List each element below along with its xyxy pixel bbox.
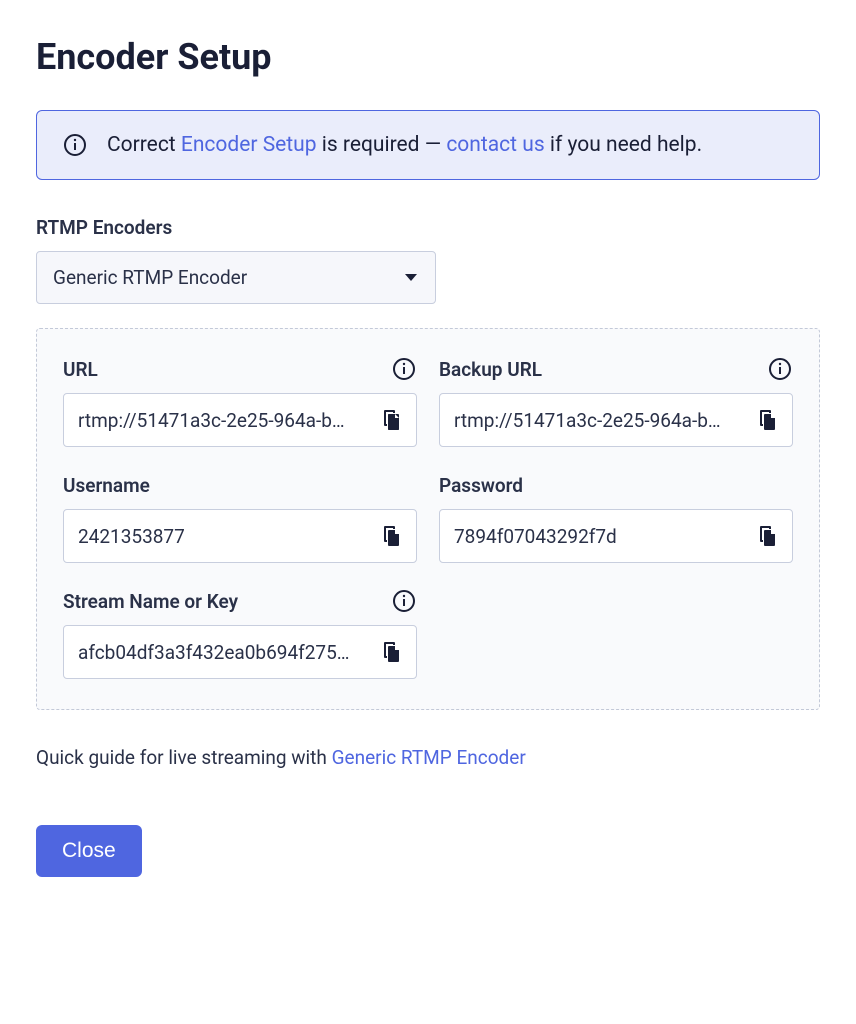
stream-key-value[interactable]: afcb04df3a3f432ea0b694f275… [78, 641, 370, 664]
info-icon [63, 133, 87, 157]
backup-url-label: Backup URL [439, 358, 542, 381]
password-label: Password [439, 474, 523, 497]
alert-suffix: if you need help. [545, 133, 702, 157]
url-copy-icon[interactable] [376, 405, 406, 435]
password-value[interactable]: 7894f07043292f7d [454, 525, 746, 548]
password-copy-icon[interactable] [752, 521, 782, 551]
username-copy-icon[interactable] [376, 521, 406, 551]
alert-encoder-setup-link[interactable]: Encoder Setup [181, 133, 317, 157]
backup-url-copy-icon[interactable] [752, 405, 782, 435]
username-label: Username [63, 474, 150, 497]
page-title: Encoder Setup [36, 36, 820, 78]
guide-text: Quick guide for live streaming with Gene… [36, 746, 820, 769]
field-backup-url: Backup URL rtmp://51471a3c-2e25-964a-b… [439, 355, 793, 447]
close-button[interactable]: Close [36, 825, 142, 877]
alert-text: Correct Encoder Setup is required — cont… [107, 133, 702, 157]
field-stream-key: Stream Name or Key afcb04df3a3f432ea0b69… [63, 587, 417, 679]
guide-link[interactable]: Generic RTMP Encoder [332, 746, 526, 769]
username-value[interactable]: 2421353877 [78, 525, 370, 548]
url-info-icon[interactable] [391, 356, 417, 382]
config-panel: URL rtmp://51471a3c-2e25-964a-b… Backup … [36, 328, 820, 710]
field-url: URL rtmp://51471a3c-2e25-964a-b… [63, 355, 417, 447]
encoder-select[interactable]: Generic RTMP Encoder [36, 251, 436, 304]
encoders-label: RTMP Encoders [36, 216, 820, 239]
backup-url-info-icon[interactable] [767, 356, 793, 382]
backup-url-value[interactable]: rtmp://51471a3c-2e25-964a-b… [454, 409, 746, 432]
stream-key-label: Stream Name or Key [63, 590, 238, 613]
field-username: Username 2421353877 [63, 471, 417, 563]
url-label: URL [63, 358, 98, 381]
stream-key-info-icon[interactable] [391, 588, 417, 614]
info-alert: Correct Encoder Setup is required — cont… [36, 110, 820, 180]
alert-middle: is required — [317, 133, 447, 157]
guide-prefix: Quick guide for live streaming with [36, 746, 332, 769]
alert-prefix: Correct [107, 133, 181, 157]
stream-key-copy-icon[interactable] [376, 637, 406, 667]
url-value[interactable]: rtmp://51471a3c-2e25-964a-b… [78, 409, 370, 432]
alert-contact-link[interactable]: contact us [446, 133, 544, 157]
field-password: Password 7894f07043292f7d [439, 471, 793, 563]
